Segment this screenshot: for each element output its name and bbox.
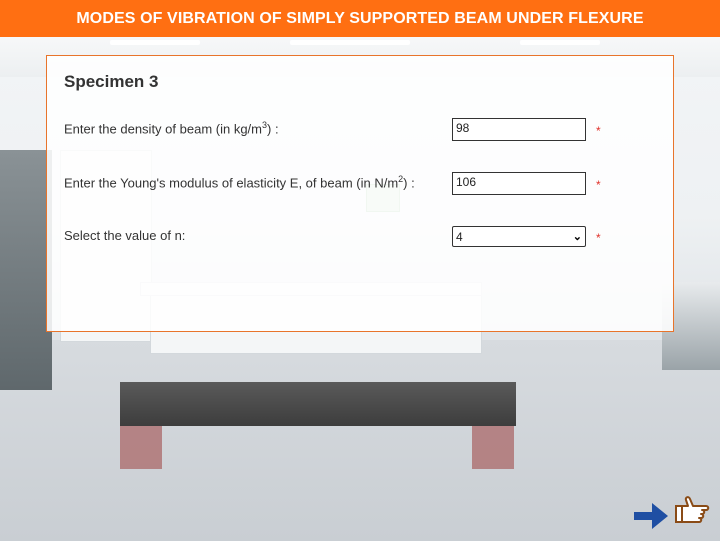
specimen-form-panel: Specimen 3 Enter the density of beam (in… <box>46 55 674 332</box>
arrow-right-icon[interactable] <box>632 499 670 533</box>
n-value-label: Select the value of n: <box>64 228 186 243</box>
beam <box>120 382 516 426</box>
wall-panel <box>0 150 52 390</box>
left-support <box>120 426 162 469</box>
density-input[interactable]: 98 <box>452 118 586 141</box>
right-support <box>472 426 514 469</box>
required-marker: * <box>596 231 601 245</box>
chevron-down-icon: ⌄ <box>572 231 582 243</box>
required-marker: * <box>596 124 601 138</box>
hand-pointer-icon[interactable] <box>674 494 710 526</box>
page-title: MODES OF VIBRATION OF SIMPLY SUPPORTED B… <box>0 0 720 37</box>
youngs-modulus-input[interactable]: 106 <box>452 172 586 195</box>
floor <box>0 340 720 541</box>
density-label: Enter the density of beam (in kg/m3) : <box>64 120 279 137</box>
ceiling-light <box>110 40 200 45</box>
ceiling-light <box>290 40 410 45</box>
n-value-select[interactable]: 4 ⌄ <box>452 226 586 247</box>
youngs-modulus-label: Enter the Young's modulus of elasticity … <box>64 174 415 191</box>
specimen-title: Specimen 3 <box>64 72 159 91</box>
ceiling-light <box>520 40 600 45</box>
required-marker: * <box>596 178 601 192</box>
